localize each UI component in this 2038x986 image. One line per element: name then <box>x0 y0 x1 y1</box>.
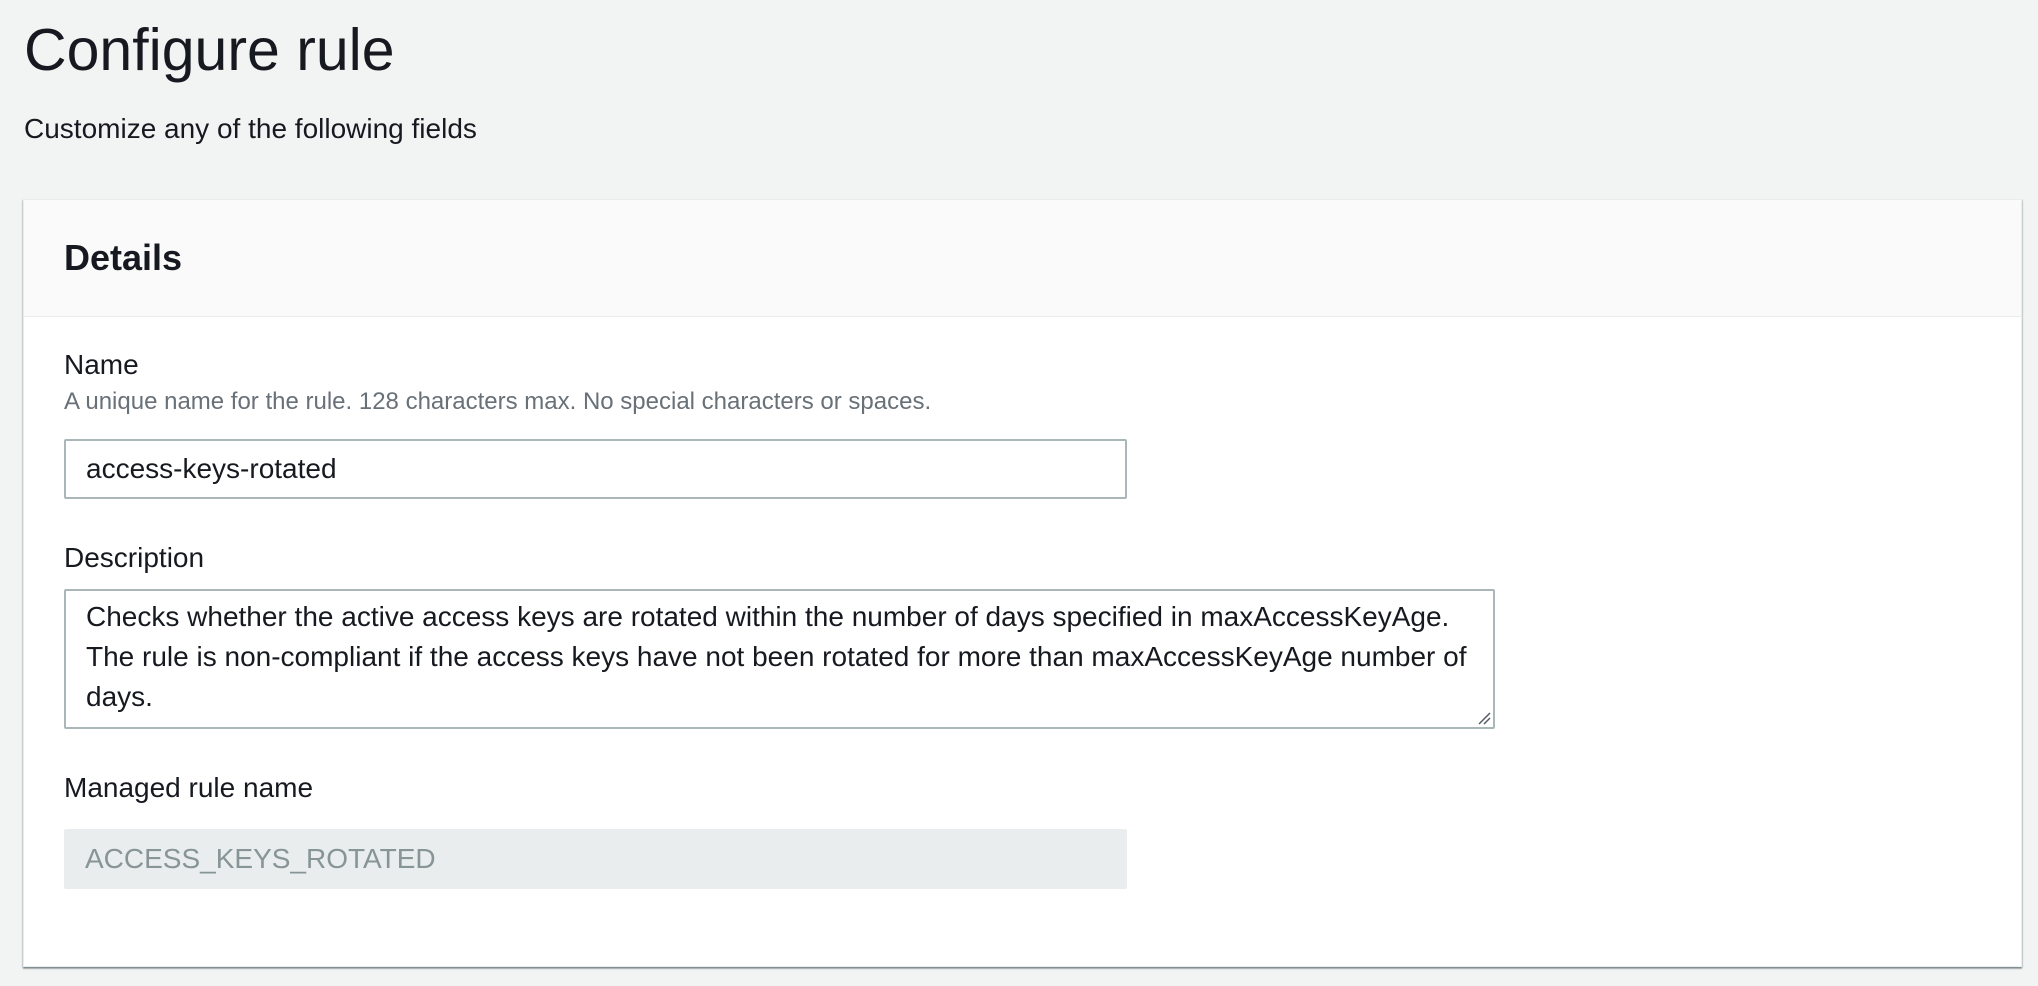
name-hint: A unique name for the rule. 128 characte… <box>64 388 932 415</box>
details-panel: Details Name A unique name for the rule.… <box>23 199 2022 967</box>
managed-rule-name-label: Managed rule name <box>64 772 314 803</box>
page-title: Configure rule <box>24 17 395 83</box>
details-panel-title: Details <box>64 237 183 278</box>
managed-rule-name-input <box>64 829 1127 889</box>
name-input[interactable] <box>64 439 1127 499</box>
description-textarea[interactable]: Checks whether the active access keys ar… <box>64 589 1495 729</box>
details-panel-header: Details <box>24 200 2021 317</box>
resize-grip-icon[interactable] <box>1477 711 1491 725</box>
page-subtitle: Customize any of the following fields <box>24 113 477 144</box>
description-label: Description <box>64 542 205 573</box>
name-label: Name <box>64 349 139 380</box>
